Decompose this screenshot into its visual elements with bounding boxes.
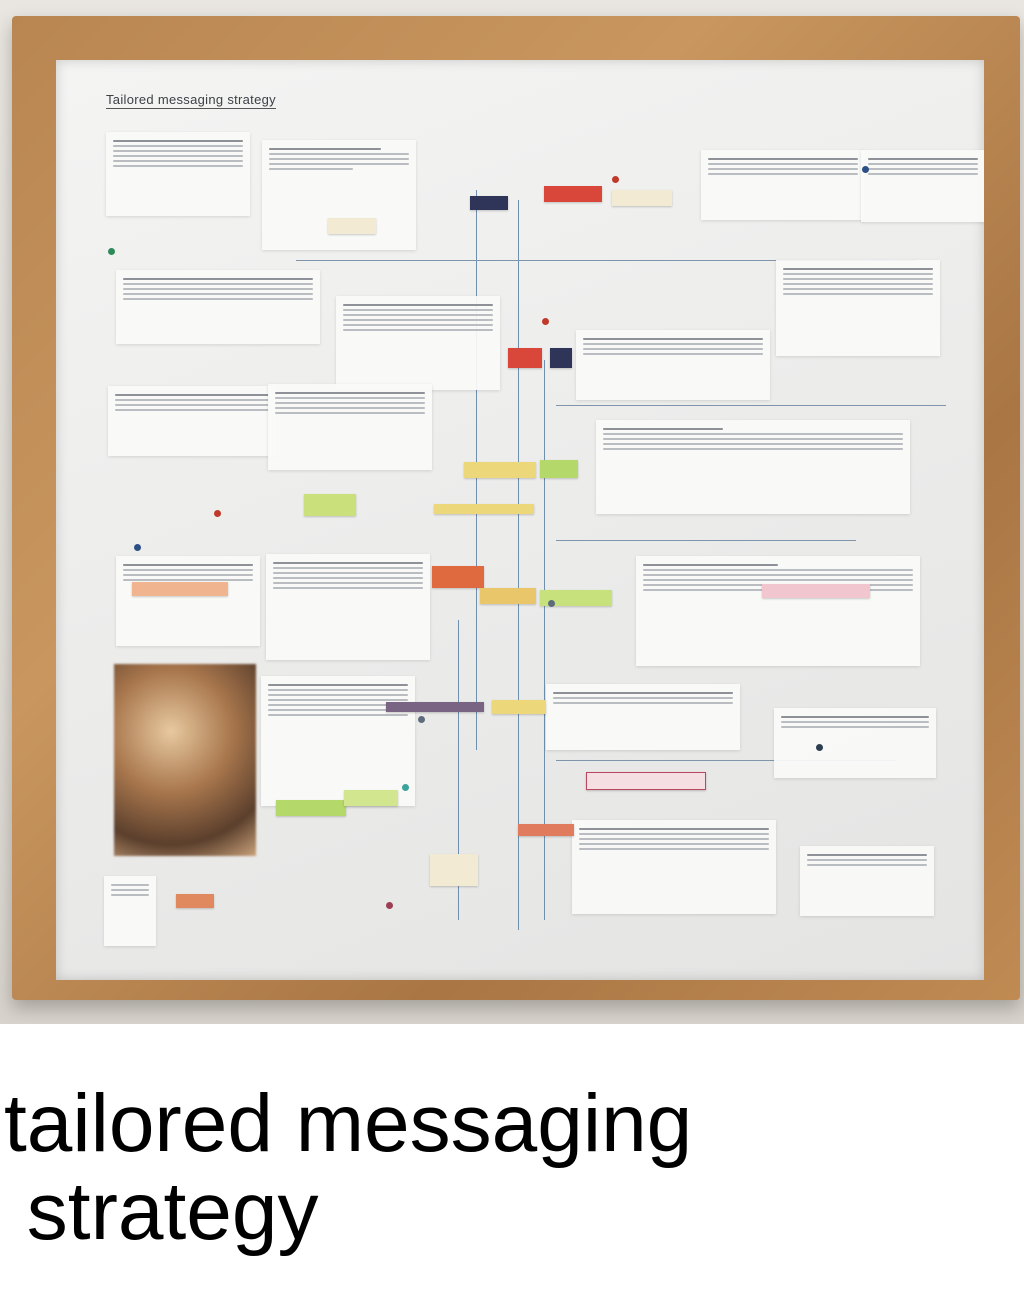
push-pin (612, 176, 619, 183)
note-card (572, 820, 776, 914)
note-card (261, 676, 415, 806)
connector-line (556, 540, 856, 541)
note-card (108, 386, 276, 456)
green-tag (304, 494, 356, 516)
note-card (106, 132, 250, 216)
pink-tag (762, 584, 870, 598)
caption-line-2: strategy (4, 1166, 319, 1257)
yellow-tag (480, 588, 536, 604)
connector-line (544, 360, 545, 920)
navy-tag (550, 348, 572, 368)
board-photo: Tailored messaging strategy (0, 0, 1024, 1024)
image-caption: tailored messaging strategy (4, 1080, 1004, 1256)
push-pin (542, 318, 549, 325)
red-tag (544, 186, 602, 202)
push-pin (386, 902, 393, 909)
red-tag (432, 566, 484, 588)
note-card (268, 384, 432, 470)
orange-tag (176, 894, 214, 908)
yellow-tag (492, 700, 546, 714)
push-pin (862, 166, 869, 173)
red-tag (508, 348, 542, 368)
cream-tag (328, 218, 376, 234)
note-card (776, 260, 940, 356)
red-tag (518, 824, 574, 836)
note-card (800, 846, 934, 916)
navy-tag (470, 196, 508, 210)
connector-line (518, 200, 519, 930)
cream-tag (612, 190, 672, 206)
caption-line-1: tailored messaging (4, 1078, 693, 1169)
push-pin (214, 510, 221, 517)
cream-tag (430, 854, 478, 886)
note-card (336, 296, 500, 390)
push-pin (108, 248, 115, 255)
note-card (774, 708, 936, 778)
push-pin (402, 784, 409, 791)
green-tag (276, 800, 346, 816)
green-tag (540, 460, 578, 478)
pink-tag (586, 772, 706, 790)
note-card (596, 420, 910, 514)
push-pin (418, 716, 425, 723)
photo-print (114, 664, 256, 856)
note-card (546, 684, 740, 750)
note-card (576, 330, 770, 400)
note-card (701, 150, 865, 220)
note-card (116, 556, 260, 646)
yellow-tag (434, 504, 534, 514)
note-card (266, 554, 430, 660)
push-pin (134, 544, 141, 551)
note-card (636, 556, 920, 666)
wooden-frame: Tailored messaging strategy (12, 16, 1020, 1000)
note-card (104, 876, 156, 946)
connector-line (556, 405, 946, 406)
push-pin (816, 744, 823, 751)
whiteboard-surface: Tailored messaging strategy (56, 60, 984, 980)
push-pin (548, 600, 555, 607)
board-title: Tailored messaging strategy (106, 92, 276, 109)
purple-tag (386, 702, 484, 712)
note-card (861, 150, 984, 222)
note-card (116, 270, 320, 344)
orange-tag (132, 582, 228, 596)
yellow-tag (464, 462, 536, 478)
green-tag (344, 790, 398, 806)
